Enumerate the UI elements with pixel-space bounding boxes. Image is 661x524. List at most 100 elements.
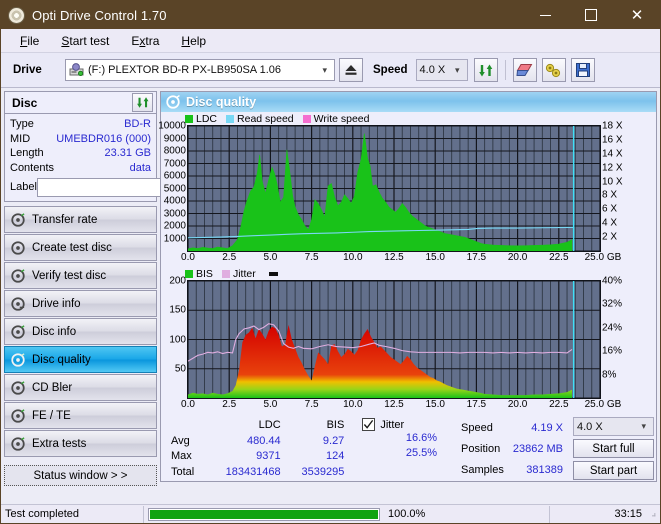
close-button[interactable]: ✕ xyxy=(614,1,660,29)
tools-button[interactable] xyxy=(541,58,566,82)
maximize-button[interactable] xyxy=(568,1,614,29)
drive-toolbar: Drive (F:) PLEXTOR BD-R PX-LB950SA 1.06 … xyxy=(1,53,660,88)
sidebar-item-label: Verify test disc xyxy=(32,269,107,282)
y2-tick-label: 4 X xyxy=(602,217,618,229)
elapsed-time: 33:15 xyxy=(614,508,642,520)
sidebar-item-transfer-rate[interactable]: Transfer rate xyxy=(4,206,157,233)
chart-top-y-axis-left: 10000 9000 8000 7000 6000 5000 4000 3000 2000 100… xyxy=(158,121,187,252)
menu-file[interactable]: File xyxy=(9,34,50,48)
x-tick-label: 15.0 xyxy=(425,399,445,410)
sidebar-item-drive-info[interactable]: Drive info xyxy=(4,290,157,317)
sidebar-item-cd-bler[interactable]: CD Bler xyxy=(4,374,157,401)
refresh-icon xyxy=(136,97,148,108)
jitter-max-value: 25.5% xyxy=(405,447,438,459)
save-icon xyxy=(575,63,590,77)
x-tick-label: 22.5 xyxy=(549,399,569,410)
x-tick-label: 12.5 xyxy=(384,399,404,410)
start-full-button[interactable]: Start full xyxy=(573,439,655,458)
minimize-button[interactable] xyxy=(522,1,568,29)
x-tick-label: 2.5 xyxy=(222,399,237,410)
legend-label: Jitter xyxy=(232,268,256,280)
y2-tick-label: 14 X xyxy=(602,148,623,160)
menu-help[interactable]: Help xyxy=(170,34,217,48)
stats-row-max: Max 9371 124 xyxy=(167,449,348,465)
run-info-row-position: Position 23862 MB xyxy=(457,438,567,459)
disc-value: data xyxy=(129,161,151,174)
x-tick-label: 15.0 xyxy=(425,252,445,263)
progress-cell: 100.0% xyxy=(144,505,549,524)
disc-row-length: Length 23.31 GB xyxy=(10,146,151,161)
disc-test-icon xyxy=(11,212,25,227)
stats-table: LDC BIS Avg 480.44 9.27 Max 9371 124 Tot… xyxy=(167,417,348,480)
chevron-down-icon: ▾ xyxy=(454,64,460,75)
y-tick-label: 150 xyxy=(169,304,186,316)
menu-extra[interactable]: Extra xyxy=(120,34,170,48)
x-tick-label: 20.0 xyxy=(507,399,528,410)
stats-row-total: Total 183431468 3539295 xyxy=(167,464,348,480)
legend-bis: BIS xyxy=(185,268,213,280)
disc-refresh-button[interactable] xyxy=(132,93,153,112)
disc-test-icon xyxy=(11,380,25,395)
disc-value: 23.31 GB xyxy=(104,147,151,159)
sidebar-item-extra-tests[interactable]: Extra tests xyxy=(4,430,157,457)
legend-swatch-icon xyxy=(302,115,311,123)
erase-button[interactable] xyxy=(512,58,537,82)
legend-ldc: LDC xyxy=(185,113,217,125)
y-tick-label: 10000 xyxy=(158,120,186,132)
disc-panel: Disc Type BD-R MID UMEBDR016 (000) Lengt… xyxy=(4,91,241,202)
sidebar-item-disc-quality[interactable]: Disc quality xyxy=(4,346,157,373)
stats-bis-value: 9.27 xyxy=(322,434,345,447)
jitter-header: Jitter xyxy=(362,417,451,432)
test-speed-select[interactable]: 4.0 X ▾ xyxy=(573,417,655,436)
sidebar-item-create-test-disc[interactable]: Create test disc xyxy=(4,234,157,261)
resize-grip-icon[interactable] xyxy=(646,505,660,524)
actions-block: 4.0 X ▾ Start full Start part xyxy=(573,417,655,480)
menu-start-test[interactable]: Start test xyxy=(50,34,120,48)
run-position-label: Position xyxy=(461,442,501,455)
sidebar-item-fe-te[interactable]: FE / TE xyxy=(4,402,157,429)
eject-button[interactable] xyxy=(339,58,363,82)
jitter-checkbox[interactable] xyxy=(362,418,376,431)
disc-test-icon xyxy=(11,436,25,451)
stats-row-avg: Avg 480.44 9.27 xyxy=(167,433,348,449)
speed-value: 4.0 X xyxy=(419,64,446,76)
y-tick-label: 50 xyxy=(174,363,186,375)
legend-jitter: Jitter xyxy=(221,268,256,280)
y2-tick-label: 16 X xyxy=(602,134,623,146)
disc-label-row: Label xyxy=(10,177,241,197)
sidebar-item-verify-test-disc[interactable]: Verify test disc xyxy=(4,262,157,289)
chart-top-x-axis: 0.0 2.5 5.0 7.5 10.0 12.5 15.0 17.5 20.0 22.5 25.0… xyxy=(181,252,656,266)
y-tick-label: 7000 xyxy=(163,158,186,169)
disc-value: UMEBDR016 (000) xyxy=(56,132,151,145)
disc-key: Type xyxy=(10,118,34,130)
disc-quality-icon xyxy=(166,95,180,109)
disc-panel-title: Disc xyxy=(12,95,38,110)
speed-select[interactable]: 4.0 X ▾ xyxy=(415,59,468,81)
save-button[interactable] xyxy=(570,58,595,82)
progress-bar xyxy=(148,507,380,521)
chart-bottom-y-axis-left: 200 150 100 50 xyxy=(161,276,187,399)
start-part-button[interactable]: Start part xyxy=(573,461,655,480)
chart-top-plot[interactable] xyxy=(187,125,601,252)
legend-swatch-icon xyxy=(221,270,230,278)
legend-label: LDC xyxy=(196,113,218,125)
sidebar-item-label: CD Bler xyxy=(32,381,73,394)
window-title: Opti Drive Control 1.70 xyxy=(32,7,167,23)
sidebar-item-disc-info[interactable]: Disc info xyxy=(4,318,157,345)
drive-label: Drive xyxy=(13,64,42,76)
y-tick-label: 100 xyxy=(169,334,186,345)
status-window-button[interactable]: Status window > > xyxy=(4,465,157,486)
x-tick-label: 0.0 xyxy=(181,252,195,263)
start-full-label: Start full xyxy=(592,442,635,455)
stats-ldc-value: 183431468 xyxy=(225,466,281,479)
chart-bottom-plot[interactable] xyxy=(187,280,601,399)
run-speed-label: Speed xyxy=(461,421,493,434)
stats-header-row: LDC BIS xyxy=(167,417,348,433)
drive-select[interactable]: (F:) PLEXTOR BD-R PX-LB950SA 1.06 ▾ xyxy=(65,59,335,81)
x-tick-label: 10.0 xyxy=(343,252,363,263)
toolbar-separator xyxy=(504,60,506,80)
refresh-icon xyxy=(478,64,492,76)
legend-read-speed: Read speed xyxy=(226,113,294,125)
disc-test-icon xyxy=(11,268,25,283)
rescan-button[interactable] xyxy=(473,58,498,82)
